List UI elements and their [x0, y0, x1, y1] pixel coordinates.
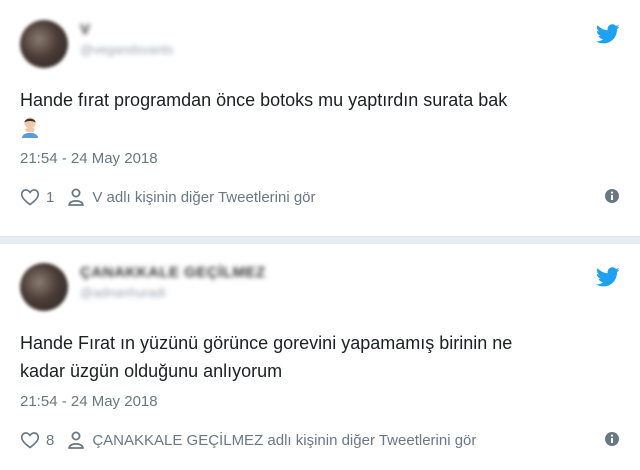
tweet-card: V @vegandsvants Hande fırat programdan ö… [0, 0, 640, 236]
tweet-actions: 1 V adlı kişinin diğer Tweetlerini gör [20, 185, 620, 209]
like-count: 1 [46, 188, 55, 206]
author-handle[interactable]: @adnanhuradi [80, 285, 165, 300]
author-handle[interactable]: @vegandsvants [80, 42, 173, 57]
avatar[interactable] [20, 263, 68, 311]
author-name[interactable]: V [80, 21, 91, 38]
tweet-timestamp[interactable]: 21:54 - 24 May 2018 [20, 393, 158, 410]
person-pouting-emoji-icon [22, 117, 38, 138]
info-icon[interactable] [604, 431, 620, 447]
tweet-timestamp[interactable]: 21:54 - 24 May 2018 [20, 150, 158, 167]
tweet-text: Hande fırat programdan önce botoks mu ya… [20, 86, 610, 142]
tweet-text: Hande Fırat ın yüzünü görünce gorevini y… [20, 333, 513, 381]
person-icon [68, 188, 85, 206]
heart-icon[interactable] [20, 430, 40, 450]
heart-icon[interactable] [20, 187, 40, 207]
person-icon [68, 431, 85, 449]
author-name[interactable]: ÇANAKKALE GEÇİLMEZ [80, 264, 266, 281]
more-tweets-link[interactable]: ÇANAKKALE GEÇİLMEZ adlı kişinin diğer Tw… [92, 432, 476, 449]
tweet-actions: 8 ÇANAKKALE GEÇİLMEZ adlı kişinin diğer … [20, 428, 620, 452]
more-tweets-link[interactable]: V adlı kişinin diğer Tweetlerini gör [92, 189, 315, 206]
tweet-card: ÇANAKKALE GEÇİLMEZ @adnanhuradi Hande Fı… [0, 243, 640, 470]
info-icon[interactable] [604, 188, 620, 204]
twitter-bird-icon[interactable] [596, 22, 620, 46]
avatar[interactable] [20, 20, 68, 68]
twitter-bird-icon[interactable] [596, 265, 620, 289]
like-count: 8 [46, 431, 55, 449]
